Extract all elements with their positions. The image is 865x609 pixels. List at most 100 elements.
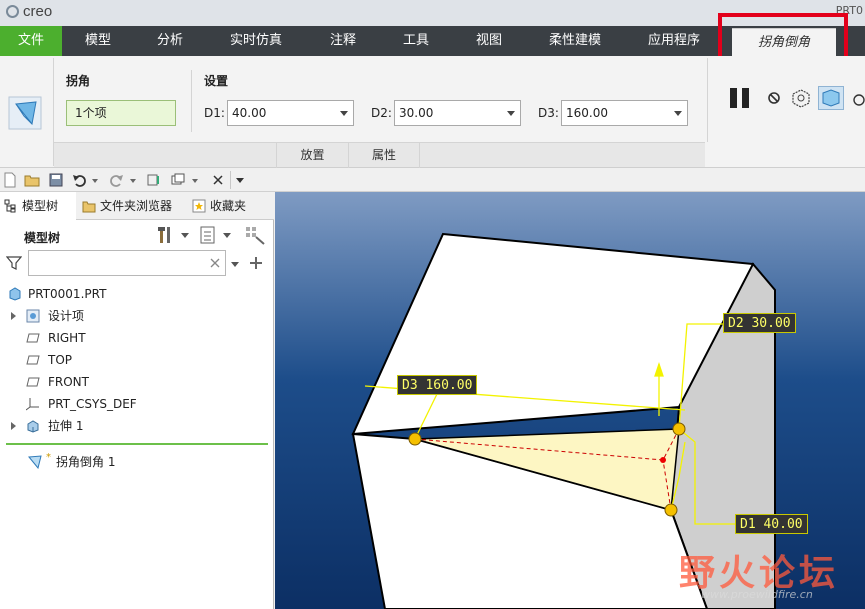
tab-flexible-modeling[interactable]: 柔性建模	[526, 26, 624, 56]
clear-icon[interactable]	[210, 258, 220, 268]
d1-dropdown[interactable]: 40.00	[227, 100, 354, 126]
tree-item-corner-chamfer[interactable]: * 拐角倒角 1	[0, 451, 270, 473]
extrude-icon	[27, 420, 39, 433]
d1-value: 40.00	[232, 106, 267, 120]
tab-file[interactable]: 文件	[0, 26, 62, 56]
d3-dropdown[interactable]: 160.00	[561, 100, 688, 126]
tree-item-label: TOP	[48, 353, 73, 367]
tree-item-front-plane[interactable]: FRONT	[0, 371, 270, 393]
tab-analysis[interactable]: 分析	[134, 26, 206, 56]
save-icon[interactable]	[48, 172, 64, 188]
chevron-down-icon[interactable]	[190, 172, 200, 188]
tab-corner-chamfer[interactable]: 拐角倒角	[732, 28, 836, 56]
corner-vertex	[660, 457, 666, 463]
title-bar: creo PRT0	[0, 0, 865, 26]
tab-annotate[interactable]: 注释	[306, 26, 380, 56]
pause-icon[interactable]	[728, 86, 752, 110]
tab-favorites[interactable]: 收藏夹	[188, 192, 270, 220]
tree-item-label: 设计项	[48, 309, 85, 323]
drag-handle[interactable]	[672, 422, 686, 436]
open-folder-icon[interactable]	[24, 172, 40, 188]
toolbar-separator	[230, 171, 231, 189]
d2-dropdown[interactable]: 30.00	[394, 100, 521, 126]
tree-item-design-items[interactable]: 设计项	[0, 305, 270, 327]
new-feature-star-icon: *	[46, 452, 51, 463]
filter-icon[interactable]	[6, 255, 22, 271]
tree-item-label: 拉伸 1	[48, 419, 84, 433]
tab-live-simulation[interactable]: 实时仿真	[206, 26, 306, 56]
show-icon[interactable]	[198, 225, 218, 245]
tab-placement[interactable]: 放置	[276, 143, 348, 168]
model-tree-icon	[4, 199, 16, 213]
chevron-down-icon[interactable]	[180, 230, 190, 240]
navigator-tabs: 模型树 文件夹浏览器 收藏夹	[0, 192, 274, 220]
insert-indicator[interactable]	[6, 443, 268, 445]
tab-properties[interactable]: 属性	[348, 143, 420, 168]
customize-toolbar-icon[interactable]	[234, 172, 246, 188]
creo-logo-icon	[6, 5, 19, 18]
tools-icon[interactable]	[156, 225, 176, 245]
regenerate-icon[interactable]	[146, 172, 162, 188]
favorites-icon	[192, 199, 206, 213]
tree-item-extrude[interactable]: 拉伸 1	[0, 415, 270, 437]
drag-handle[interactable]	[664, 503, 678, 517]
chevron-down-icon	[674, 111, 682, 116]
add-icon[interactable]	[249, 256, 263, 270]
group-label-corner: 拐角	[66, 74, 91, 88]
new-file-icon[interactable]	[2, 172, 18, 188]
redo-icon[interactable]	[108, 172, 124, 188]
part-icon	[9, 287, 21, 301]
settings-grid-icon[interactable]	[244, 225, 266, 245]
drag-handle[interactable]	[408, 432, 422, 446]
ribbon-separator	[707, 58, 708, 142]
tab-tools[interactable]: 工具	[380, 26, 452, 56]
folder-icon	[82, 201, 96, 213]
dimension-d2[interactable]: D2 30.00	[723, 313, 796, 333]
group-label-settings: 设置	[204, 74, 229, 88]
d2-label: D2:	[371, 106, 392, 120]
tab-folder-browser[interactable]: 文件夹浏览器	[78, 192, 186, 220]
datum-plane-icon	[26, 355, 40, 365]
dimension-d3[interactable]: D3 160.00	[397, 375, 478, 395]
tab-applications[interactable]: 应用程序	[624, 26, 724, 56]
corner-chamfer-icon	[28, 455, 42, 469]
expand-arrow-icon[interactable]	[11, 312, 16, 320]
tree-item-top-plane[interactable]: TOP	[0, 349, 270, 371]
design-items-icon	[26, 309, 40, 323]
corner-chamfer-feature-icon	[8, 96, 42, 130]
close-window-icon[interactable]	[210, 172, 226, 188]
datum-plane-icon	[26, 377, 40, 387]
window-title: PRT0	[835, 4, 863, 17]
d3-label: D3:	[538, 106, 559, 120]
chevron-down-icon[interactable]	[128, 172, 138, 188]
tab-view[interactable]: 视图	[452, 26, 526, 56]
tab-label: 收藏夹	[210, 199, 247, 213]
expand-arrow-icon[interactable]	[11, 422, 16, 430]
corner-selection-collector[interactable]: 1个项	[66, 100, 176, 126]
tree-item-csys[interactable]: PRT_CSYS_DEF	[0, 393, 270, 415]
glasses-icon[interactable]	[852, 86, 865, 110]
datum-plane-icon	[26, 333, 40, 343]
tree-item-right-plane[interactable]: RIGHT	[0, 327, 270, 349]
model-tree-search-input[interactable]	[28, 250, 226, 276]
undo-icon[interactable]	[72, 172, 88, 188]
tab-model-tree[interactable]: 模型树	[0, 192, 76, 220]
chevron-down-icon[interactable]	[90, 172, 100, 188]
tab-model[interactable]: 模型	[62, 26, 134, 56]
d2-value: 30.00	[399, 106, 434, 120]
verify-icon[interactable]	[818, 86, 844, 110]
graphics-viewport[interactable]: D2 30.00 D3 160.00 D1 40.00 野火论坛 www.pro…	[275, 192, 865, 609]
chevron-down-icon	[507, 111, 515, 116]
chevron-down-icon[interactable]	[222, 230, 232, 240]
tab-label: 模型树	[22, 199, 59, 213]
windows-icon[interactable]	[170, 172, 186, 188]
dimension-d1[interactable]: D1 40.00	[735, 514, 808, 534]
chevron-down-icon	[340, 111, 348, 116]
chevron-down-icon[interactable]	[230, 259, 240, 269]
tree-item-part[interactable]: PRT0001.PRT	[0, 283, 270, 305]
panel-tab-bar: 放置 属性	[54, 142, 705, 168]
tree-item-label: 拐角倒角 1	[56, 455, 116, 469]
tree-item-label: PRT_CSYS_DEF	[48, 397, 137, 411]
preview-geometry-icon[interactable]	[790, 86, 812, 110]
no-preview-icon[interactable]	[766, 86, 782, 110]
